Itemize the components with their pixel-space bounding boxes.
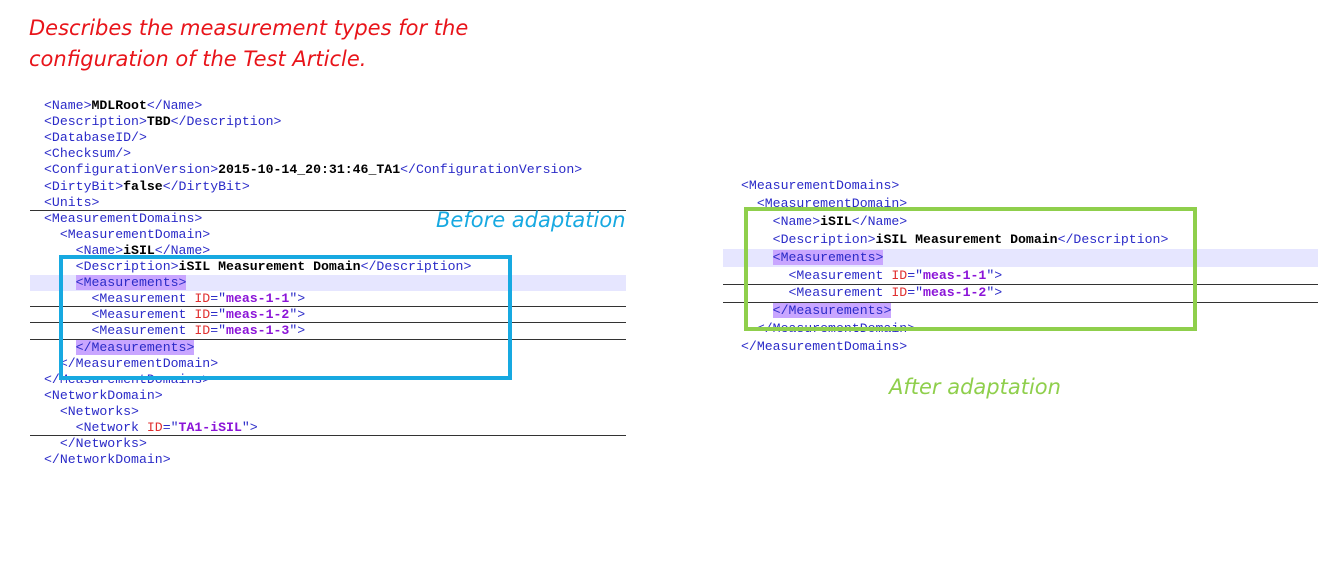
- before-code-line: <DatabaseID/>: [44, 130, 147, 146]
- code-token: ID: [146, 420, 163, 435]
- after-code-line: </MeasurementDomains>: [741, 339, 907, 355]
- code-token: </NetworkDomain>: [44, 452, 171, 468]
- code-token: </Networks>: [44, 436, 147, 452]
- code-token: =": [162, 420, 179, 435]
- code-token: <Name>: [44, 98, 92, 113]
- before-code-line: </Networks>: [44, 436, 147, 452]
- code-token: <MeasurementDomains>: [44, 210, 203, 226]
- code-token: </ConfigurationVersion>: [400, 162, 583, 178]
- before-highlight-box: [59, 255, 512, 380]
- code-token: <MeasurementDomain>: [44, 226, 211, 242]
- code-token: ">: [241, 420, 258, 435]
- after-label: After adaptation: [889, 375, 1061, 399]
- before-code-line: <NetworkDomain>: [44, 388, 163, 404]
- code-token: <Units>: [44, 194, 100, 210]
- after-code-line: <MeasurementDomains>: [741, 178, 899, 194]
- code-token: <MeasurementDomains>: [741, 178, 900, 193]
- before-code-line: <DirtyBit>false</DirtyBit>: [44, 179, 250, 195]
- before-code-line: <MeasurementDomain>: [44, 227, 210, 243]
- before-code-line: </NetworkDomain>: [44, 452, 171, 468]
- code-token: <ConfigurationVersion>: [44, 162, 219, 178]
- code-token: <DatabaseID/>: [44, 130, 147, 146]
- before-code-line: <Name>MDLRoot</Name>: [44, 98, 202, 114]
- code-token: </MeasurementDomains>: [741, 339, 908, 355]
- before-code-line: <Description>TBD</Description>: [44, 114, 281, 130]
- code-token: </Description>: [170, 114, 282, 130]
- code-token: <Description>: [44, 114, 147, 130]
- before-code-line: <Units>: [44, 195, 99, 211]
- code-token: </DirtyBit>: [162, 178, 250, 194]
- before-label: Before adaptation: [436, 208, 626, 232]
- code-token: TA1-iSIL: [178, 420, 242, 435]
- before-code-line: <Network ID="TA1-iSIL">: [44, 420, 258, 436]
- code-token: <Networks>: [44, 403, 139, 419]
- code-token: <NetworkDomain>: [44, 387, 163, 403]
- before-code-line: <Checksum/>: [44, 146, 131, 162]
- code-token: TBD: [146, 114, 171, 130]
- caption: Describes the measurement types for the …: [29, 13, 549, 75]
- after-highlight-box: [744, 207, 1197, 331]
- before-code-line: <Networks>: [44, 404, 139, 420]
- caption-line-2: configuration of the Test Article.: [29, 47, 367, 71]
- before-code-line: <MeasurementDomains>: [44, 211, 202, 227]
- code-token: false: [123, 178, 163, 194]
- before-code-line: <ConfigurationVersion>2015-10-14_20:31:4…: [44, 162, 582, 178]
- code-token: <Checksum/>: [44, 146, 132, 162]
- caption-line-1: Describes the measurement types for the: [29, 16, 469, 40]
- code-token: MDLRoot: [91, 98, 147, 113]
- code-token: </Name>: [146, 98, 203, 113]
- code-token: 2015-10-14_20:31:46_TA1: [218, 162, 401, 178]
- code-token: <Network: [44, 420, 147, 435]
- code-token: <DirtyBit>: [44, 178, 124, 194]
